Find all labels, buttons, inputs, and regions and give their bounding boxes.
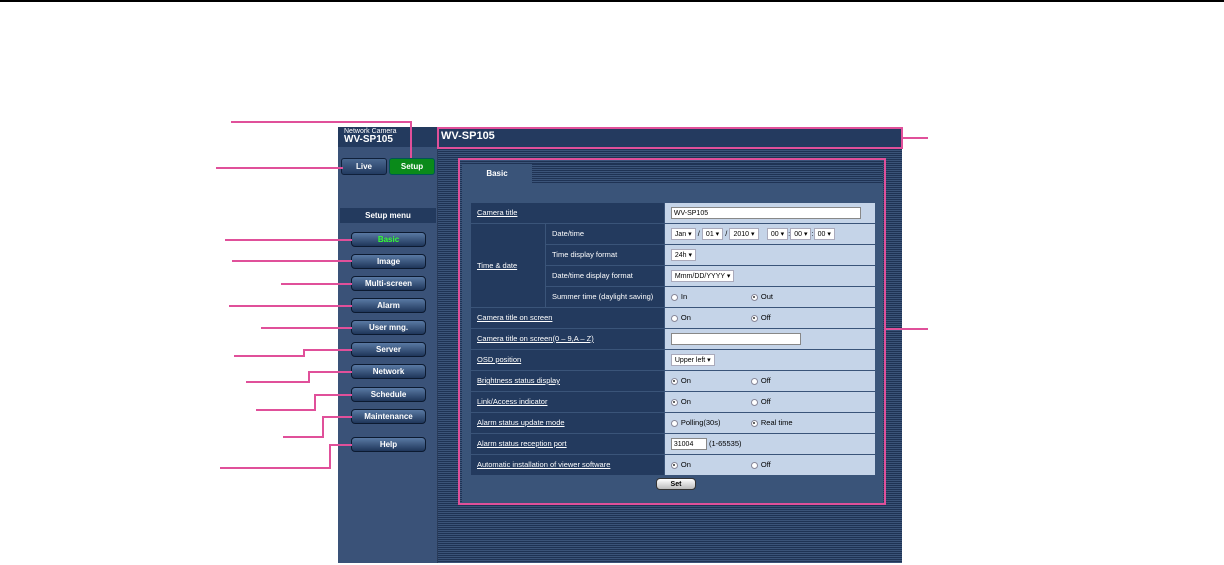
port-range: (1-65535)	[708, 438, 742, 448]
brightness-on-radio[interactable]: On	[670, 377, 751, 385]
brightness-label[interactable]: Brightness status display	[477, 376, 560, 385]
table-row: Automatic installation of viewer softwar…	[471, 455, 875, 475]
tab-basic[interactable]: Basic	[462, 164, 532, 183]
title-text-label[interactable]: Camera title on screen(0 – 9,A – Z)	[477, 334, 594, 343]
time-format-label: Time display format	[546, 245, 665, 265]
menu-image[interactable]: Image	[351, 254, 426, 269]
table-row: Camera title on screen On Off	[471, 308, 875, 328]
sidebar: Network Camera WV-SP105 Live Setup Setup…	[338, 127, 438, 563]
date-format-select[interactable]: Mmm/DD/YYYY	[670, 270, 735, 282]
top-rule	[0, 0, 1224, 2]
title-off-radio[interactable]: Off	[750, 314, 831, 322]
main-area: WV-SP105 Basic Camera title WV-SP105 Tim…	[438, 127, 902, 563]
auto-install-label[interactable]: Automatic installation of viewer softwar…	[477, 460, 610, 469]
link-off-radio[interactable]: Off	[750, 398, 831, 406]
realtime-radio[interactable]: Real time	[750, 419, 831, 427]
table-row: OSD position Upper left	[471, 350, 875, 370]
settings-table: Camera title WV-SP105 Time & date Date/t…	[471, 202, 875, 476]
table-row: Link/Access indicator On Off	[471, 392, 875, 412]
alarm-port-label[interactable]: Alarm status reception port	[477, 439, 567, 448]
osd-select[interactable]: Upper left	[670, 354, 715, 366]
auto-off-radio[interactable]: Off	[750, 461, 831, 469]
summer-out-radio[interactable]: Out	[750, 293, 831, 301]
time-format-select[interactable]: 24h	[670, 249, 697, 261]
year-select[interactable]: 2010	[729, 228, 759, 240]
title-on-screen-label[interactable]: Camera title on screen	[477, 313, 552, 322]
menu-multi-screen[interactable]: Multi-screen	[351, 276, 426, 291]
menu-help[interactable]: Help	[351, 437, 426, 452]
title-text-input[interactable]	[670, 333, 801, 345]
camera-title-label[interactable]: Camera title	[477, 208, 517, 217]
menu-basic[interactable]: Basic	[351, 232, 426, 247]
menu-network[interactable]: Network	[351, 364, 426, 379]
minute-select[interactable]: 00	[790, 228, 812, 240]
summer-time-label: Summer time (daylight saving)	[546, 287, 665, 307]
link-label[interactable]: Link/Access indicator	[477, 397, 547, 406]
datetime-label: Date/time	[546, 224, 665, 244]
menu-server[interactable]: Server	[351, 342, 426, 357]
table-row: Alarm status reception port 31004 (1-655…	[471, 434, 875, 454]
hour-select[interactable]: 00	[766, 228, 789, 240]
table-row: Brightness status display On Off	[471, 371, 875, 391]
camera-title-input[interactable]: WV-SP105	[670, 207, 861, 219]
brand: Network Camera WV-SP105	[338, 127, 437, 147]
menu-user-mng[interactable]: User mng.	[351, 320, 426, 335]
link-on-radio[interactable]: On	[670, 398, 751, 406]
polling-radio[interactable]: Polling(30s)	[670, 419, 751, 427]
alarm-mode-label[interactable]: Alarm status update mode	[477, 418, 565, 427]
basic-panel: Basic Camera title WV-SP105 Time & date …	[462, 164, 883, 503]
date-format-label: Date/time display format	[546, 266, 665, 286]
live-button[interactable]: Live	[341, 158, 387, 175]
brand-model: WV-SP105	[344, 134, 393, 145]
setup-menu-title: Setup menu	[340, 208, 436, 223]
second-select[interactable]: 00	[813, 228, 835, 240]
table-row: Time & date Date/time Jan / 01 / 2010 00…	[471, 224, 875, 307]
summer-in-radio[interactable]: In	[670, 293, 751, 301]
auto-on-radio[interactable]: On	[670, 461, 751, 469]
table-row: Camera title on screen(0 – 9,A – Z)	[471, 329, 875, 349]
menu-maintenance[interactable]: Maintenance	[351, 409, 426, 424]
brightness-off-radio[interactable]: Off	[750, 377, 831, 385]
time-date-label[interactable]: Time & date	[477, 261, 517, 270]
menu-schedule[interactable]: Schedule	[351, 387, 426, 402]
month-select[interactable]: Jan	[670, 228, 696, 240]
setup-button[interactable]: Setup	[389, 158, 435, 175]
page-title: WV-SP105	[438, 127, 902, 147]
day-select[interactable]: 01	[701, 228, 724, 240]
osd-label[interactable]: OSD position	[477, 355, 521, 364]
table-row: Alarm status update mode Polling(30s) Rea…	[471, 413, 875, 433]
menu-alarm[interactable]: Alarm	[351, 298, 426, 313]
set-button[interactable]: Set	[656, 478, 696, 490]
title-on-radio[interactable]: On	[670, 314, 751, 322]
table-row: Camera title WV-SP105	[471, 203, 875, 223]
alarm-port-input[interactable]: 31004	[670, 438, 707, 450]
